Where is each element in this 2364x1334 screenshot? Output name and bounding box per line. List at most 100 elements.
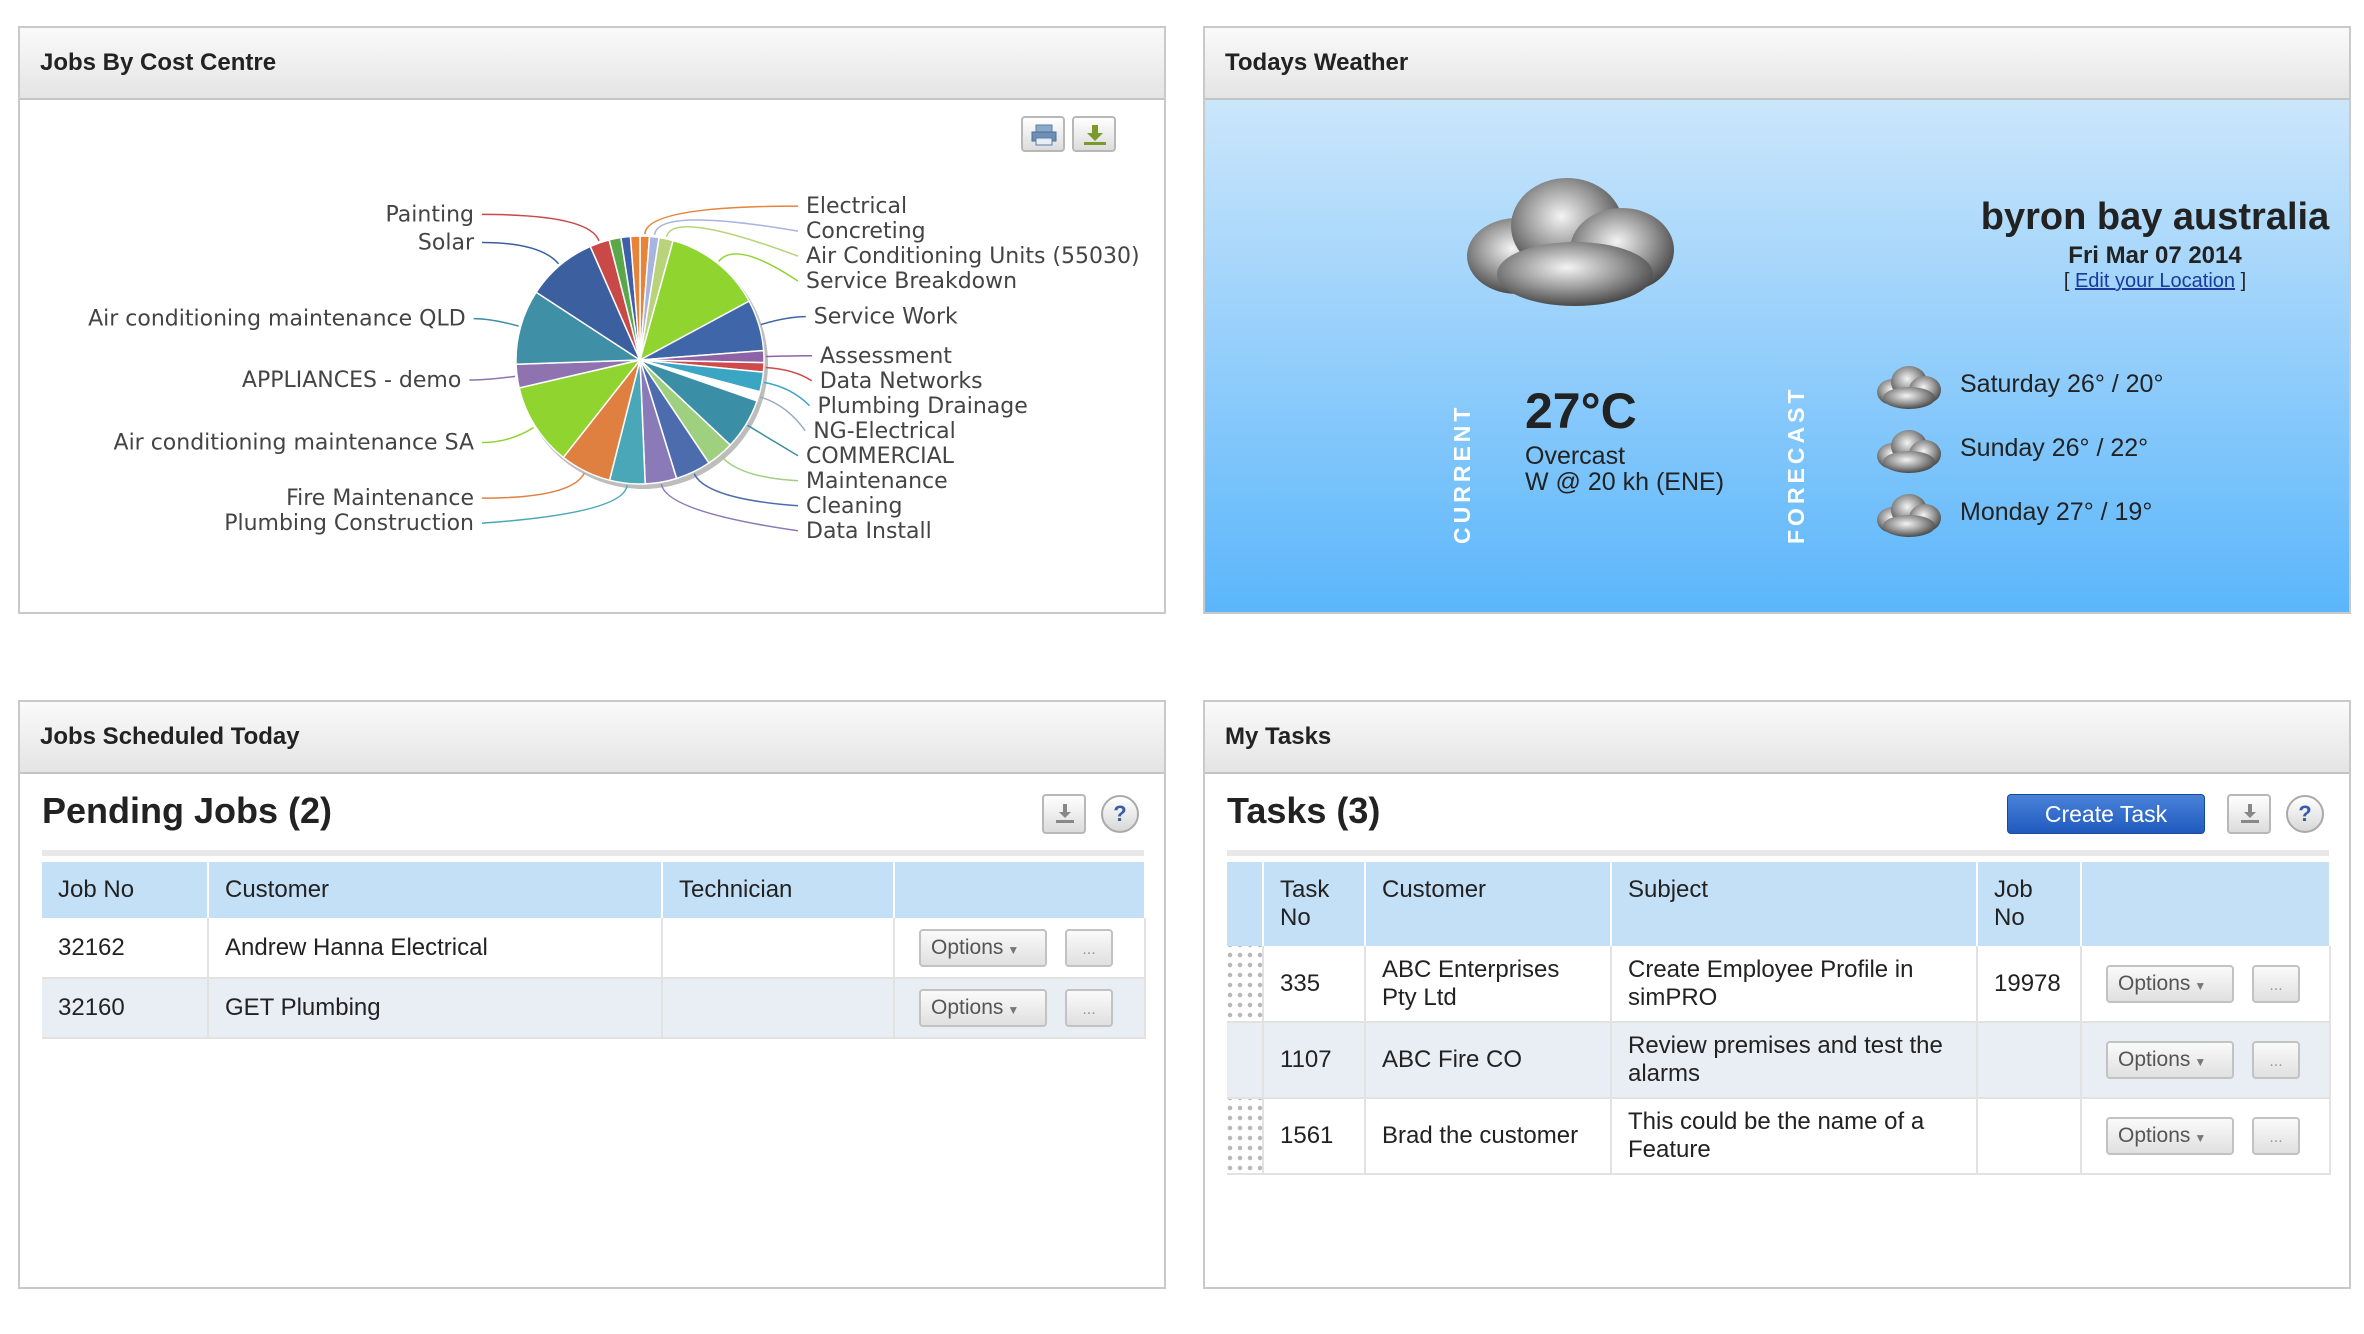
pie-label: NG-Electrical <box>813 419 956 444</box>
task-no-cell: 1107 <box>1263 1022 1366 1099</box>
pie-label: Air conditioning maintenance SA <box>114 431 474 456</box>
pie-label: Painting <box>386 202 474 227</box>
pie-connector <box>693 473 799 507</box>
pie-connector <box>481 426 535 444</box>
pending-jobs-table: Job No Customer Technician 32162 Andrew … <box>42 862 1146 1039</box>
task-no-cell: 1561 <box>1263 1098 1366 1175</box>
cloud-icon <box>1877 430 1941 473</box>
pie-label: Fire Maintenance <box>286 486 474 511</box>
current-description: Overcast <box>1525 442 1626 470</box>
column-task-no[interactable]: Task No <box>1263 862 1366 946</box>
forecast-text: Monday 27° / 19° <box>1960 498 2153 526</box>
drag-handle[interactable] <box>1227 1098 1264 1175</box>
cloud-icon <box>1467 178 1674 306</box>
customer-cell: ABC Fire CO <box>1365 1022 1612 1099</box>
column-actions <box>2081 862 2331 946</box>
caret-down-icon: ▼ <box>2194 1131 2207 1145</box>
cost-centre-pie-chart: Painting Solar Air conditioning maintenanc… <box>88 194 1140 544</box>
options-button[interactable]: Options ▼ <box>2106 1041 2234 1079</box>
column-subject[interactable]: Subject <box>1611 862 1978 946</box>
caret-down-icon: ▼ <box>1007 1003 1020 1017</box>
pie-connector <box>481 241 560 265</box>
cost-centre-body: Painting Solar Air conditioning maintenanc… <box>20 100 1164 612</box>
create-task-button[interactable]: Create Task <box>2007 794 2205 834</box>
pie-connector <box>760 396 806 432</box>
table-row[interactable]: 32162 Andrew Hanna Electrical Options ▼..… <box>42 918 1146 979</box>
pie-connector <box>765 355 812 358</box>
pie-connector <box>763 381 811 407</box>
tasks-panel: My Tasks Tasks (3) Create Task ? Task No… <box>1203 700 2351 1289</box>
column-technician[interactable]: Technician <box>662 862 895 918</box>
options-button[interactable]: Options ▼ <box>919 928 1047 967</box>
options-button[interactable]: Options ▼ <box>919 989 1047 1027</box>
pie-label: Assessment <box>820 344 952 369</box>
column-actions <box>894 862 1146 918</box>
pie-connector <box>660 483 799 532</box>
pie-connector <box>747 424 799 457</box>
more-button[interactable]: ... <box>2252 1041 2300 1079</box>
pie-label: Electrical <box>806 194 907 219</box>
customer-cell: Andrew Hanna Electrical <box>208 918 663 979</box>
table-row[interactable]: 335 ABC Enterprises Pty Ltd Create Emplo… <box>1227 946 2331 1023</box>
edit-location-link[interactable]: Edit your Location <box>2075 270 2235 292</box>
job-no-cell: 19978 <box>1977 946 2082 1023</box>
weather-title: Todays Weather <box>1205 28 2349 100</box>
pie-connector <box>765 366 813 382</box>
pie-connector <box>481 213 600 242</box>
column-job-no[interactable]: Job No <box>42 862 209 918</box>
column-job-no[interactable]: Job No <box>1977 862 2082 946</box>
table-row[interactable]: 32160 GET Plumbing Options ▼... <box>42 978 1146 1039</box>
drag-handle[interactable] <box>1227 1022 1264 1099</box>
pie-label: Service Breakdown <box>806 269 1017 294</box>
technician-cell <box>662 918 895 979</box>
pie-label: COMMERCIAL <box>806 444 955 469</box>
export-button[interactable] <box>1042 794 1086 834</box>
help-button[interactable]: ? <box>1101 795 1139 833</box>
subject-cell: This could be the name of a Feature <box>1611 1098 1978 1175</box>
table-header-row: Job No Customer Technician <box>42 862 1146 918</box>
table-row[interactable]: 1107 ABC Fire CO Review premises and tes… <box>1227 1022 2331 1099</box>
drag-handle[interactable] <box>1227 946 1264 1023</box>
forecast-text: Saturday 26° / 20° <box>1960 370 2164 398</box>
help-button[interactable]: ? <box>2286 795 2324 833</box>
section-divider <box>42 850 1144 856</box>
task-no-cell: 335 <box>1263 946 1366 1023</box>
more-button[interactable]: ... <box>2252 964 2300 1003</box>
weather-panel: Todays Weather byron bay australia Fri M… <box>1203 26 2351 614</box>
export-button[interactable] <box>2227 794 2271 834</box>
options-button[interactable]: Options ▼ <box>2106 1117 2234 1155</box>
current-label: CURRENT <box>1449 403 1475 544</box>
pie-label: Maintenance <box>806 469 948 494</box>
options-button[interactable]: Options ▼ <box>2106 964 2234 1003</box>
cloud-icon <box>1877 366 1941 409</box>
scheduled-body: Pending Jobs (2) ? Job No Customer Techn… <box>20 774 1164 1287</box>
pie-label: Plumbing Construction <box>224 511 474 536</box>
more-button[interactable]: ... <box>1065 928 1113 967</box>
column-customer[interactable]: Customer <box>208 862 663 918</box>
subject-cell: Review premises and test the alarms <box>1611 1022 1978 1099</box>
tasks-title: My Tasks <box>1205 702 2349 774</box>
cloud-icon <box>1877 494 1941 537</box>
download-icon <box>2241 804 2259 823</box>
pie-label: Data Networks <box>820 369 983 394</box>
pie-label: Cleaning <box>806 494 902 519</box>
pie-label: Air Conditioning Units (55030) <box>806 244 1140 269</box>
caret-down-icon: ▼ <box>2194 1055 2207 1069</box>
pie-label: Service Work <box>814 305 958 330</box>
job-no-cell <box>1977 1098 2082 1175</box>
column-customer[interactable]: Customer <box>1365 862 1612 946</box>
forecast-label: FORECAST <box>1783 385 1809 545</box>
actions-cell: Options ▼... <box>2081 946 2331 1023</box>
forecast-text: Sunday 26° / 22° <box>1960 434 2149 462</box>
pie-connector <box>720 455 799 482</box>
more-button[interactable]: ... <box>1065 989 1113 1027</box>
more-button[interactable]: ... <box>2252 1117 2300 1155</box>
column-grip <box>1227 862 1264 946</box>
job-no-cell <box>1977 1022 2082 1099</box>
weather-body: byron bay australia Fri Mar 07 2014 [ Ed… <box>1205 100 2349 612</box>
pie-label: Data Install <box>806 519 932 544</box>
pending-jobs-title: Pending Jobs (2) <box>42 790 333 831</box>
table-row[interactable]: 1561 Brad the customer This could be the… <box>1227 1098 2331 1175</box>
pie-connector <box>473 317 519 327</box>
table-header-row: Task No Customer Subject Job No <box>1227 862 2331 946</box>
